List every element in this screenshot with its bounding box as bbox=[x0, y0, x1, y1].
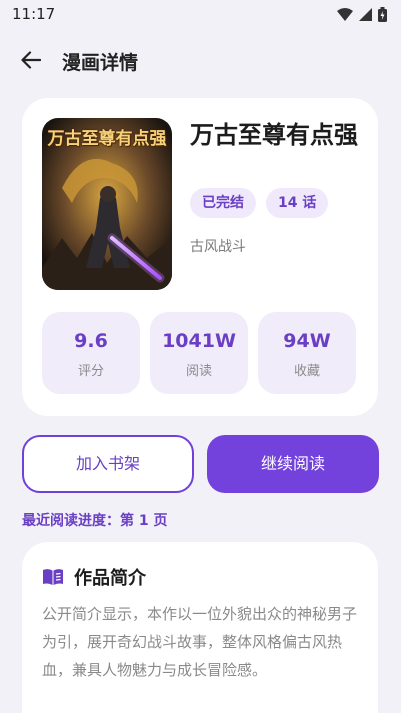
intro-text: 公开简介显示，本作以一位外貌出众的神秘男子为引，展开奇幻战斗故事，整体风格偏古风… bbox=[42, 605, 358, 679]
status-badge: 已完结 bbox=[190, 188, 256, 218]
stat-label: 收藏 bbox=[293, 364, 320, 379]
stat-value: 9.6 bbox=[74, 330, 108, 352]
stat-label: 评分 bbox=[77, 364, 104, 379]
stat-value: 94W bbox=[283, 330, 331, 352]
back-button[interactable] bbox=[16, 46, 46, 74]
book-icon bbox=[43, 569, 63, 585]
arrow-left-icon bbox=[21, 51, 41, 69]
chapter-count-badge: 14 话 bbox=[266, 188, 329, 218]
genre-label: 古风战斗 bbox=[190, 239, 246, 255]
comic-cover[interactable]: 万古至尊有点强 bbox=[42, 118, 172, 290]
reading-progress: 最近阅读进度：第 1 页 bbox=[22, 513, 168, 529]
stat-favorites: 94W 收藏 bbox=[258, 312, 356, 394]
comic-info-card: 万古至尊有点强 万古至尊有点强 已完结 14 话 古风战斗 9.6 评分 104… bbox=[22, 98, 378, 416]
stat-value: 1041W bbox=[162, 330, 236, 352]
comic-title: 万古至尊有点强 bbox=[190, 121, 358, 149]
status-icons bbox=[337, 7, 387, 22]
status-bar: 11:17 bbox=[0, 0, 401, 28]
page-title: 漫画详情 bbox=[62, 52, 139, 74]
status-time: 11:17 bbox=[12, 5, 56, 23]
wifi-icon bbox=[337, 8, 353, 21]
intro-card: 作品简介 公开简介显示，本作以一位外貌出众的神秘男子为引，展开奇幻战斗故事，整体… bbox=[22, 542, 378, 713]
stat-label: 阅读 bbox=[185, 364, 212, 379]
stat-rating: 9.6 评分 bbox=[42, 312, 140, 394]
add-to-shelf-button[interactable]: 加入书架 bbox=[22, 435, 194, 493]
continue-reading-button[interactable]: 继续阅读 bbox=[207, 435, 379, 493]
stat-reads: 1041W 阅读 bbox=[150, 312, 248, 394]
app-bar: 漫画详情 bbox=[0, 40, 401, 80]
tag-list: 已完结 14 话 bbox=[190, 188, 329, 218]
signal-icon bbox=[359, 8, 372, 21]
battery-icon bbox=[378, 7, 387, 22]
intro-header: 作品简介 bbox=[42, 564, 146, 590]
intro-title: 作品简介 bbox=[74, 568, 146, 589]
cover-title-art: 万古至尊有点强 bbox=[47, 129, 167, 149]
stats-row: 9.6 评分 1041W 阅读 94W 收藏 bbox=[42, 312, 356, 394]
